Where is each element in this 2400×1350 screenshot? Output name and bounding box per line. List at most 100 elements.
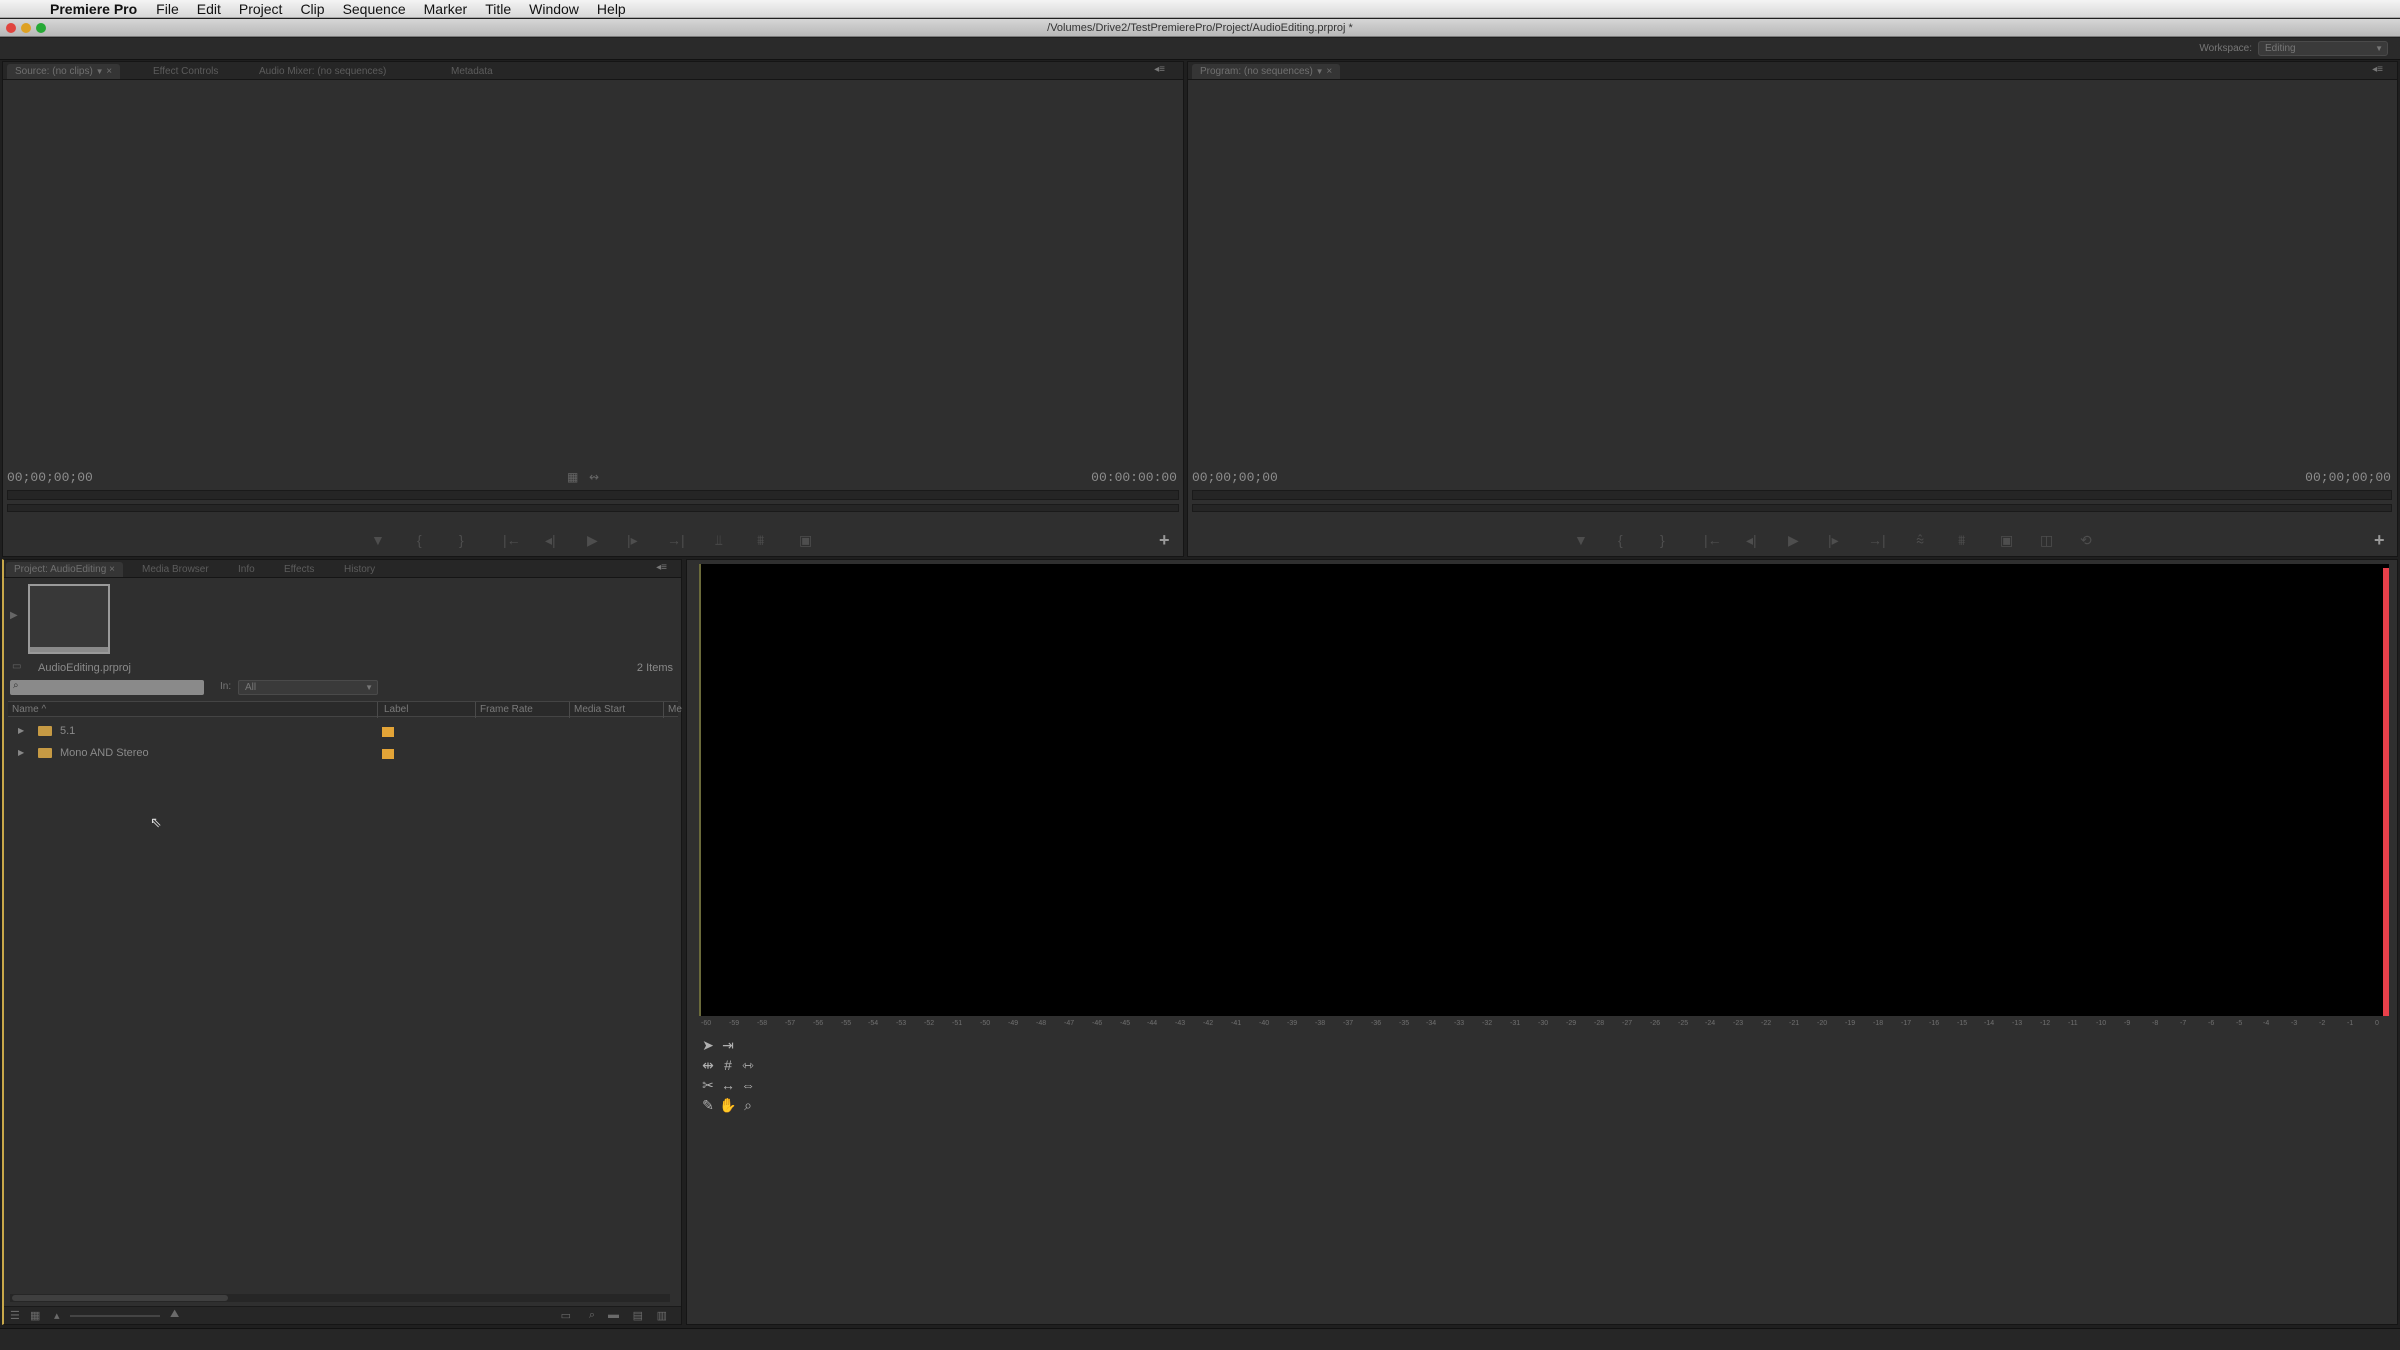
menu-project[interactable]: Project bbox=[230, 1, 292, 17]
play-icon[interactable]: ▶ bbox=[1788, 532, 1799, 549]
label-color-swatch[interactable] bbox=[382, 727, 394, 737]
source-timecode-current[interactable]: 00;00;00;00 bbox=[7, 470, 93, 485]
menu-edit[interactable]: Edit bbox=[188, 1, 230, 17]
slide-tool-icon[interactable]: ⇔ bbox=[739, 1076, 757, 1094]
marker-icon[interactable]: ▼ bbox=[371, 532, 385, 548]
program-timecode-current[interactable]: 00;00;00;00 bbox=[1192, 470, 1278, 485]
workspace-select[interactable]: Editing ▼ bbox=[2258, 41, 2388, 56]
menu-clip[interactable]: Clip bbox=[291, 1, 333, 17]
program-zoom-bar[interactable] bbox=[1192, 504, 2392, 512]
ripple-edit-tool-icon[interactable]: ⇹ bbox=[699, 1056, 717, 1074]
button-editor-icon[interactable]: + bbox=[1159, 530, 1170, 551]
overwrite-icon[interactable]: ⩩ bbox=[757, 532, 764, 549]
menu-marker[interactable]: Marker bbox=[415, 1, 477, 17]
export-frame-icon[interactable]: ▣ bbox=[2000, 532, 2013, 549]
export-frame-icon[interactable]: ▣ bbox=[799, 532, 812, 549]
go-to-out-icon[interactable]: →| bbox=[1868, 532, 1886, 548]
icon-view-icon[interactable]: ▦ bbox=[30, 1309, 40, 1322]
step-forward-icon[interactable]: |▸ bbox=[627, 532, 638, 549]
new-item-icon[interactable]: ▤ bbox=[633, 1309, 643, 1322]
panel-menu-icon[interactable]: ◂≡ bbox=[1154, 64, 1165, 75]
tab-info[interactable]: Info bbox=[230, 562, 263, 577]
go-to-in-icon[interactable]: |← bbox=[503, 532, 521, 548]
list-item-mono-and-stereo[interactable]: ▶ Mono AND Stereo bbox=[10, 746, 670, 764]
list-view-icon[interactable]: ☰ bbox=[10, 1309, 20, 1322]
tab-effect-controls[interactable]: Effect Controls bbox=[145, 64, 226, 79]
razor-tool-icon[interactable]: ✂ bbox=[699, 1076, 717, 1094]
panel-menu-icon[interactable]: ◂≡ bbox=[656, 562, 667, 573]
minimize-window-button[interactable] bbox=[21, 23, 31, 33]
trash-icon[interactable]: ▥ bbox=[657, 1309, 667, 1322]
zoom-in-icon[interactable]: ⛰ bbox=[170, 1308, 179, 1321]
tab-effects[interactable]: Effects bbox=[276, 562, 322, 577]
drag-audio-icon[interactable]: ↭ bbox=[589, 470, 599, 484]
mark-out-icon[interactable]: } bbox=[459, 532, 464, 548]
source-time-ruler[interactable] bbox=[7, 490, 1179, 500]
source-zoom-bar[interactable] bbox=[7, 504, 1179, 512]
search-input[interactable]: ⌕ bbox=[10, 680, 204, 695]
new-bin-icon[interactable]: ▬ bbox=[608, 1309, 619, 1321]
zoom-out-icon[interactable]: ▴ bbox=[54, 1309, 60, 1322]
tab-history[interactable]: History bbox=[336, 562, 383, 577]
step-forward-icon[interactable]: |▸ bbox=[1828, 532, 1839, 549]
play-thumbnail-icon[interactable]: ▶ bbox=[10, 610, 18, 621]
hand-tool-icon[interactable]: ✋ bbox=[719, 1096, 737, 1114]
in-select[interactable]: All ▼ bbox=[238, 680, 378, 695]
slip-tool-icon[interactable]: ↔ bbox=[719, 1076, 737, 1094]
step-back-icon[interactable]: ◂| bbox=[545, 532, 556, 549]
button-editor-icon[interactable]: + bbox=[2374, 530, 2385, 551]
insert-icon[interactable]: ⫫ bbox=[715, 532, 723, 549]
mark-in-icon[interactable]: { bbox=[1618, 532, 1623, 548]
drag-video-icon[interactable]: ▦ bbox=[567, 470, 578, 484]
pen-tool-icon[interactable]: ✎ bbox=[699, 1096, 717, 1114]
column-header-label[interactable]: Label bbox=[380, 702, 476, 718]
extract-icon[interactable]: ⩩ bbox=[1958, 532, 1965, 549]
track-select-tool-icon[interactable]: ⇥ bbox=[719, 1036, 737, 1054]
zoom-slider[interactable] bbox=[70, 1315, 160, 1317]
column-header-frame-rate[interactable]: Frame Rate bbox=[476, 702, 570, 718]
close-icon[interactable]: × bbox=[106, 66, 112, 77]
disclosure-triangle-icon[interactable]: ▶ bbox=[18, 748, 24, 757]
go-to-out-icon[interactable]: →| bbox=[667, 532, 685, 548]
selection-tool-icon[interactable]: ➤ bbox=[699, 1036, 717, 1054]
program-time-ruler[interactable] bbox=[1192, 490, 2392, 500]
tab-program[interactable]: Program: (no sequences) ▼ × bbox=[1192, 64, 1341, 79]
trim-monitor-icon[interactable]: ◫ bbox=[2040, 532, 2053, 549]
menu-app-name[interactable]: Premiere Pro bbox=[40, 1, 147, 17]
close-icon[interactable]: × bbox=[109, 564, 115, 575]
rolling-edit-tool-icon[interactable]: # bbox=[719, 1056, 737, 1074]
disclosure-triangle-icon[interactable]: ▶ bbox=[18, 726, 24, 735]
mark-out-icon[interactable]: } bbox=[1660, 532, 1665, 548]
column-header-more[interactable]: Me bbox=[664, 702, 682, 718]
scrollbar-thumb[interactable] bbox=[12, 1295, 228, 1301]
lift-icon[interactable]: ⩯ bbox=[1916, 532, 1924, 549]
go-to-in-icon[interactable]: |← bbox=[1704, 532, 1722, 548]
mark-in-icon[interactable]: { bbox=[417, 532, 422, 548]
list-item-5-1[interactable]: ▶ 5.1 bbox=[10, 724, 670, 742]
column-header-name[interactable]: Name ^ bbox=[8, 702, 378, 718]
tab-project[interactable]: Project: AudioEditing × bbox=[6, 562, 123, 577]
menu-help[interactable]: Help bbox=[588, 1, 635, 17]
step-back-icon[interactable]: ◂| bbox=[1746, 532, 1757, 549]
automate-to-sequence-icon[interactable]: ▭ bbox=[561, 1309, 571, 1322]
column-header-media-start[interactable]: Media Start bbox=[570, 702, 664, 718]
close-icon[interactable]: × bbox=[1326, 66, 1332, 77]
menu-title[interactable]: Title bbox=[476, 1, 520, 17]
marker-icon[interactable]: ▼ bbox=[1574, 532, 1588, 548]
rate-stretch-tool-icon[interactable]: ⇿ bbox=[739, 1056, 757, 1074]
menu-file[interactable]: File bbox=[147, 1, 188, 17]
find-icon[interactable]: ⌕ bbox=[589, 1309, 595, 1322]
zoom-tool-icon[interactable]: ⌕ bbox=[739, 1096, 757, 1114]
panel-menu-icon[interactable]: ◂≡ bbox=[2372, 64, 2383, 75]
menu-window[interactable]: Window bbox=[520, 1, 588, 17]
tab-audio-mixer[interactable]: Audio Mixer: (no sequences) bbox=[251, 64, 394, 79]
loop-icon[interactable]: ⟲ bbox=[2080, 532, 2092, 549]
tab-metadata[interactable]: Metadata bbox=[443, 64, 501, 79]
vertical-scrollbar[interactable] bbox=[669, 718, 677, 1280]
horizontal-scrollbar[interactable] bbox=[10, 1294, 670, 1302]
close-window-button[interactable] bbox=[6, 23, 16, 33]
project-thumbnail[interactable] bbox=[28, 584, 110, 654]
tab-source[interactable]: Source: (no clips) ▼ × bbox=[7, 64, 121, 79]
label-color-swatch[interactable] bbox=[382, 749, 394, 759]
menu-sequence[interactable]: Sequence bbox=[334, 1, 415, 17]
